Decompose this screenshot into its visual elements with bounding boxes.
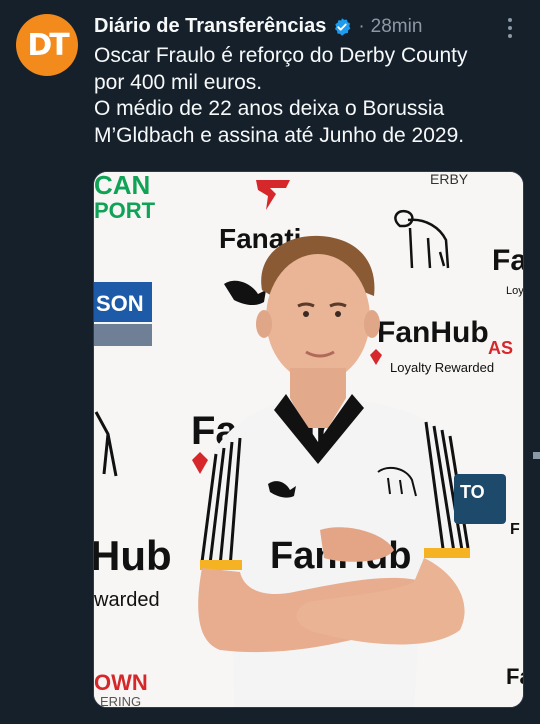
tweet-text: Oscar Fraulo é reforço do Derby County p… xyxy=(94,43,514,149)
sponsor-text: Fa xyxy=(492,244,523,277)
dt-logo-icon: DT xyxy=(27,27,69,63)
tweet-header: Diário de Transferências · 28min xyxy=(94,15,422,38)
sponsor-text: PORT xyxy=(94,198,156,223)
sponsor-text: ERBY xyxy=(430,172,469,187)
account-avatar[interactable]: DT xyxy=(16,14,78,76)
tweet-text-line: M’Gldbach e assina até Junho de 2029. xyxy=(94,123,465,147)
sponsor-text: Loyalty Rewarded xyxy=(390,360,494,375)
sponsor-text: FanHub xyxy=(377,316,489,349)
sponsor-text: Hub xyxy=(94,532,172,579)
sponsor-text: warded xyxy=(94,589,160,611)
sponsor-text: F xyxy=(510,521,520,538)
scrollbar-marker xyxy=(533,452,540,459)
verified-badge-icon xyxy=(335,17,351,36)
sponsor-text: Loy xyxy=(506,285,523,297)
tweet-text-line: por 400 mil euros. xyxy=(94,70,263,94)
tweet-media-photo[interactable]: CAN PORT Fanati ERBY Fa Loy SON FanHub L… xyxy=(93,171,524,708)
sponsor-text: OWN xyxy=(94,670,148,695)
player-photo: CAN PORT Fanati ERBY Fa Loy SON FanHub L… xyxy=(94,172,523,707)
sponsor-text: TO xyxy=(460,482,485,502)
sponsor-text: ERING xyxy=(100,694,141,707)
sponsor-text: CAN xyxy=(94,172,150,200)
tweet-text-line: O médio de 22 anos deixa o Borussia xyxy=(94,97,445,120)
more-options-icon[interactable] xyxy=(500,18,520,38)
tweet-text-line: Oscar Fraulo é reforço do Derby County xyxy=(94,44,468,67)
tweet-timestamp[interactable]: 28min xyxy=(371,16,423,38)
header-separator: · xyxy=(358,15,365,37)
tweet[interactable]: DT Diário de Transferências · 28min Osca… xyxy=(0,0,540,724)
sponsor-text: SON xyxy=(96,291,144,316)
account-name[interactable]: Diário de Transferências xyxy=(94,15,326,38)
sponsor-text: AS xyxy=(488,338,513,358)
sponsor-text: Fa xyxy=(506,664,523,689)
